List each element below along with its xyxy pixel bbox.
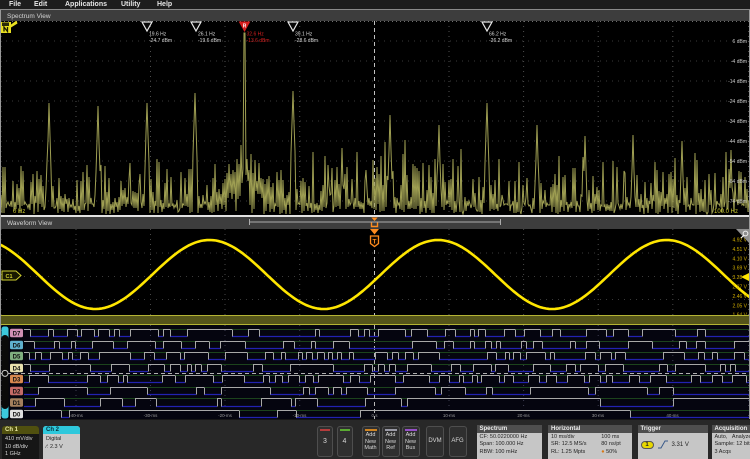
- svg-text:-34 dBm: -34 dBm: [728, 119, 747, 125]
- svg-text:3.69 V: 3.69 V: [733, 266, 748, 272]
- svg-text:30 ms: 30 ms: [592, 413, 605, 418]
- svg-text:2.46 V: 2.46 V: [733, 294, 748, 300]
- svg-text:-13.6 dBm: -13.6 dBm: [247, 38, 270, 44]
- svg-text:D7: D7: [13, 331, 21, 337]
- svg-text:R: R: [243, 24, 247, 30]
- svg-text:10 ms: 10 ms: [443, 413, 456, 418]
- svg-text:-10 ms: -10 ms: [293, 413, 308, 418]
- svg-text:-14 dBm: -14 dBm: [728, 79, 747, 85]
- svg-text:-74 dBm: -74 dBm: [728, 199, 747, 205]
- svg-text:D1: D1: [13, 401, 21, 407]
- svg-text:-54 dBm: -54 dBm: [728, 159, 747, 165]
- svg-text:4.10 V: 4.10 V: [733, 256, 748, 262]
- svg-text:C1: C1: [5, 274, 12, 280]
- svg-text:19.6 Hz: 19.6 Hz: [149, 32, 167, 38]
- svg-text:D2: D2: [13, 389, 21, 395]
- svg-text:D3: D3: [13, 377, 21, 383]
- svg-text:26.1 Hz: 26.1 Hz: [198, 32, 216, 38]
- svg-text:2.05 V: 2.05 V: [733, 303, 748, 309]
- svg-text:20 ms: 20 ms: [517, 413, 530, 418]
- svg-text:-30 ms: -30 ms: [144, 413, 159, 418]
- svg-text:-28.6 dBm: -28.6 dBm: [295, 38, 318, 44]
- svg-text:T: T: [373, 239, 377, 246]
- svg-text:-64 dBm: -64 dBm: [728, 179, 747, 185]
- svg-text:-24.7 dBm: -24.7 dBm: [149, 38, 172, 44]
- svg-text:-26.2 dBm: -26.2 dBm: [489, 38, 512, 44]
- svg-text:66.2 Hz: 66.2 Hz: [489, 32, 507, 38]
- svg-text:D0: D0: [13, 412, 21, 418]
- svg-text:4.51 V: 4.51 V: [733, 247, 748, 253]
- svg-text:-24 dBm: -24 dBm: [728, 99, 747, 105]
- svg-text:-4 dBm: -4 dBm: [731, 59, 747, 65]
- svg-text:-44 dBm: -44 dBm: [728, 139, 747, 145]
- svg-text:0 s: 0 s: [371, 413, 378, 418]
- svg-text:D4: D4: [13, 366, 21, 372]
- svg-text:2.87 V: 2.87 V: [733, 285, 748, 291]
- svg-text:-40 ms: -40 ms: [69, 413, 84, 418]
- svg-text:D6: D6: [13, 343, 21, 349]
- svg-text:6 dBm: 6 dBm: [733, 39, 747, 45]
- svg-text:39.1 Hz: 39.1 Hz: [295, 32, 313, 38]
- svg-text:D5: D5: [13, 354, 21, 360]
- svg-text:-19.6 dBm: -19.6 dBm: [198, 38, 221, 44]
- svg-text:-20 ms: -20 ms: [218, 413, 233, 418]
- svg-text:32.6 Hz: 32.6 Hz: [247, 32, 265, 38]
- svg-text:40 ms: 40 ms: [666, 413, 679, 418]
